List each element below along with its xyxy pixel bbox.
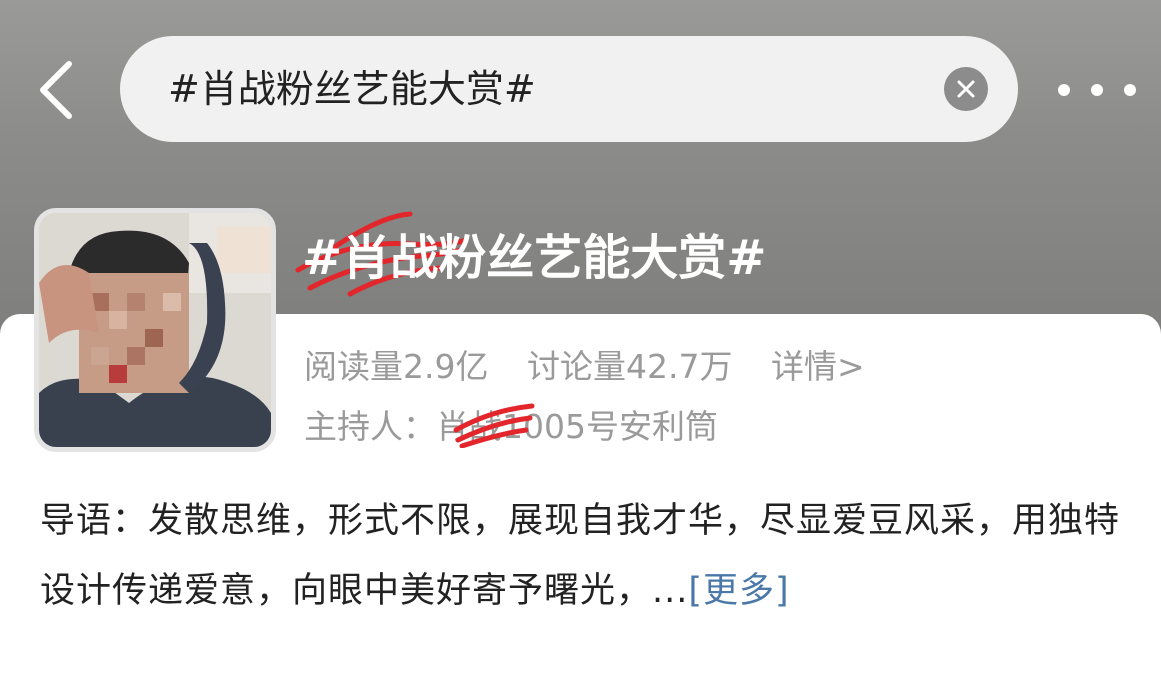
more-dot — [1058, 84, 1070, 96]
host-label: 主持人： — [304, 407, 436, 446]
topic-title: #肖战粉丝艺能大赏# — [302, 230, 767, 286]
more-options-button[interactable] — [1058, 68, 1136, 112]
more-dot — [1091, 84, 1103, 96]
search-bar[interactable]: #肖战粉丝艺能大赏# — [120, 36, 1018, 142]
topic-stats: 阅读量2.9亿 讨论量42.7万 详情> — [304, 344, 893, 390]
more-dot — [1124, 84, 1136, 96]
more-link[interactable]: [更多] — [688, 571, 789, 611]
read-count: 阅读量2.9亿 — [304, 347, 489, 386]
back-button[interactable] — [30, 58, 80, 122]
topic-avatar[interactable] — [34, 208, 276, 452]
host-redaction-scribble — [453, 403, 535, 448]
topic-intro: 导语：发散思维，形式不限，展现自我才华，尽显爱豆风采，用独特设计传递爱意，向眼中… — [40, 486, 1120, 626]
search-query[interactable]: #肖战粉丝艺能大赏# — [168, 64, 536, 114]
chevron-left-icon — [40, 61, 72, 119]
clear-search-button[interactable] — [944, 67, 988, 111]
topic-page: #肖战粉丝艺能大赏# #肖战粉丝艺能大赏# 阅读量2.9亿 讨论量42.7万 详… — [0, 0, 1161, 676]
intro-text: 导语：发散思维，形式不限，展现自我才华，尽显爱豆风采，用独特设计传递爱意，向眼中… — [40, 501, 1121, 611]
discussion-count: 讨论量42.7万 — [526, 347, 733, 386]
avatar-photo — [39, 213, 271, 447]
close-icon — [957, 80, 975, 98]
details-link[interactable]: 详情> — [771, 347, 865, 386]
